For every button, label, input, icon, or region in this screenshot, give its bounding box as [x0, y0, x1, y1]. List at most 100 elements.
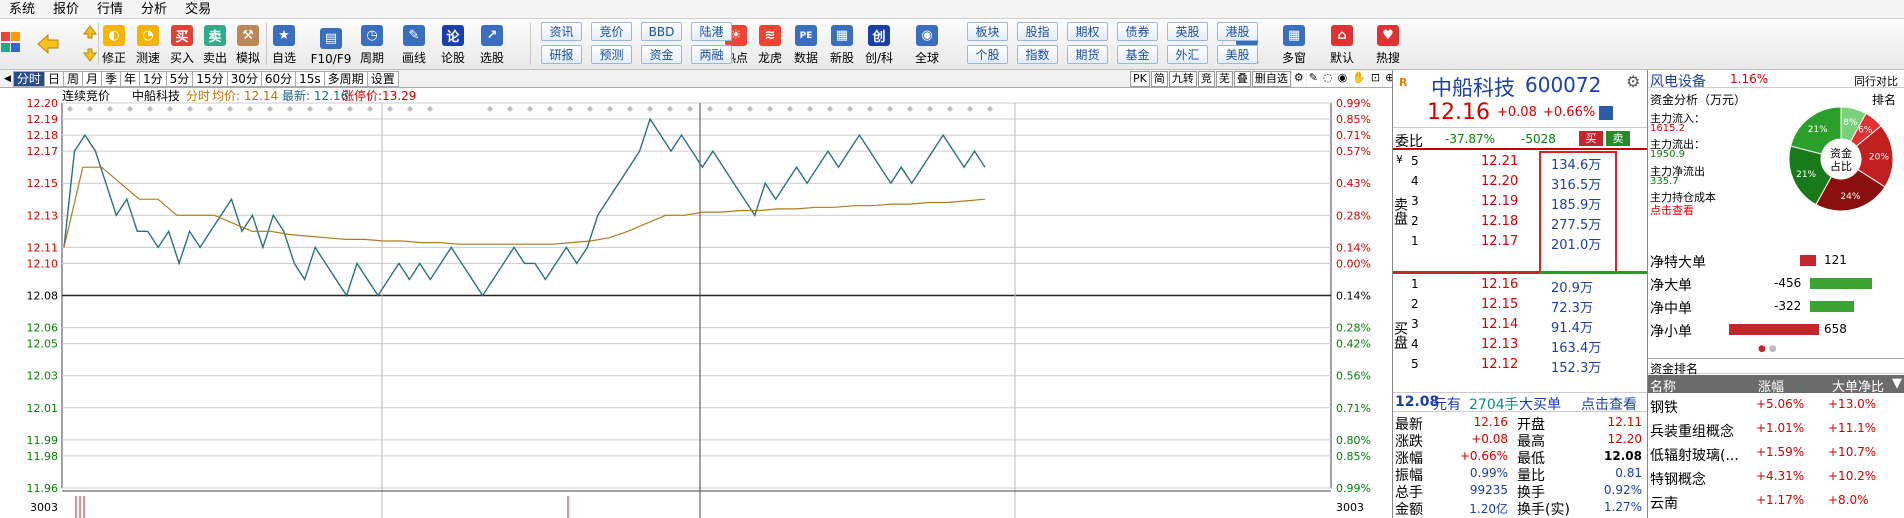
chart-tool-button[interactable]: 简: [1150, 71, 1168, 87]
col-net[interactable]: 大单净比: [1832, 376, 1884, 395]
up-arrow-icon[interactable]: [82, 24, 98, 40]
col-pct[interactable]: 涨幅: [1758, 376, 1784, 395]
rank-row[interactable]: 兵装重组概念 +1.01% +11.1%: [1648, 418, 1904, 442]
toolbar-button[interactable]: ◷ 周期: [356, 21, 388, 68]
quick-link-button[interactable]: 债券: [1117, 22, 1158, 41]
toolbar-button[interactable]: ♥ 热搜: [1372, 21, 1404, 68]
quick-link-button[interactable]: 陆港: [691, 22, 732, 41]
col-name[interactable]: 名称: [1650, 376, 1676, 395]
settings-gear-icon[interactable]: ⚙: [1626, 72, 1640, 91]
toolbar-button[interactable]: ◐ 修正: [98, 21, 130, 68]
quick-link-button[interactable]: 期货: [1067, 45, 1108, 64]
menu-item[interactable]: 分析: [132, 0, 176, 19]
toolbar-button[interactable]: ▤ F10/F9: [309, 21, 353, 68]
chart-tool-button[interactable]: 芜: [1215, 71, 1233, 87]
down-arrow-icon[interactable]: [82, 47, 98, 63]
ask-row[interactable]: 1 12.17 201.0万: [1393, 232, 1648, 253]
sort-down-icon[interactable]: ▼: [1892, 376, 1902, 391]
toolbar-button[interactable]: ⌂ 默认: [1326, 21, 1358, 68]
chart-zoom-icon[interactable]: ◌: [1320, 71, 1335, 87]
period-tab[interactable]: 周: [62, 70, 83, 87]
chart-tool-button[interactable]: 竞: [1197, 71, 1215, 87]
quick-link-button[interactable]: 资讯: [541, 22, 582, 41]
period-tab[interactable]: 30分: [226, 70, 262, 87]
rank-row[interactable]: 低辐射玻璃(... +1.59% +10.7%: [1648, 442, 1904, 466]
chart-tool-button[interactable]: 删自选: [1251, 71, 1291, 87]
chart-zoom-icon[interactable]: ✋: [1350, 71, 1368, 87]
cost-link[interactable]: 点击查看: [1650, 202, 1694, 218]
toolbar-button[interactable]: ⚒ 模拟: [232, 21, 264, 68]
quick-link-button[interactable]: 资金: [641, 45, 682, 64]
period-tab[interactable]: 多周期: [323, 70, 368, 87]
chart-tool-button[interactable]: PK: [1130, 71, 1150, 87]
pager-dots[interactable]: ● ●: [1758, 344, 1777, 354]
quick-link-button[interactable]: 期权: [1067, 22, 1108, 41]
quick-link-button[interactable]: 指数: [1017, 45, 1058, 64]
toolbar-button[interactable]: ▦ 新股: [826, 21, 858, 68]
period-tab[interactable]: 15s: [295, 70, 325, 87]
ask-row[interactable]: 4 12.20 316.5万: [1393, 172, 1648, 193]
toolbar-button[interactable]: ★ 自选: [268, 21, 300, 68]
menu-item[interactable]: 报价: [44, 0, 88, 19]
period-tab[interactable]: 季: [100, 70, 121, 87]
rank-row[interactable]: 特钢概念 +4.31% +10.2%: [1648, 466, 1904, 490]
period-tab[interactable]: 分时: [12, 70, 45, 87]
chart-tool-button[interactable]: 叠: [1233, 71, 1251, 87]
quick-link-button[interactable]: 基金: [1117, 45, 1158, 64]
ask-row[interactable]: 2 12.18 277.5万: [1393, 212, 1648, 233]
quick-link-button[interactable]: 外汇: [1167, 45, 1208, 64]
bid-row[interactable]: 1 12.16 20.9万: [1393, 275, 1648, 296]
period-tab[interactable]: 月: [81, 70, 102, 87]
chart-mini-icon[interactable]: [1599, 106, 1613, 120]
bid-row[interactable]: 5 12.12 152.3万: [1393, 355, 1648, 376]
toolbar-button[interactable]: ✎ 画线: [398, 21, 430, 68]
menu-item[interactable]: 行情: [88, 0, 132, 19]
menu-item[interactable]: 系统: [0, 0, 44, 19]
bid-row[interactable]: 3 12.14 91.4万: [1393, 315, 1648, 336]
period-tab[interactable]: 5分: [165, 70, 194, 87]
toolbar-button[interactable]: ◔ 测速: [132, 21, 164, 68]
toolbar-button[interactable]: PE 数据: [790, 21, 822, 68]
bid-row[interactable]: 4 12.13 163.4万: [1393, 335, 1648, 356]
toolbar-button[interactable]: 论论股: [437, 21, 469, 68]
toolbar-button[interactable]: ≋ 龙虎: [754, 21, 786, 68]
chart-zoom-icon[interactable]: ◉: [1335, 71, 1350, 87]
big-order-link[interactable]: 点击查看: [1581, 394, 1637, 414]
toolbar-button[interactable]: ▦ 多窗: [1278, 21, 1310, 68]
rank-row[interactable]: 钢铁 +5.06% +13.0%: [1648, 394, 1904, 418]
period-tab[interactable]: 日: [43, 70, 64, 87]
quick-link-button[interactable]: 个股: [967, 45, 1008, 64]
quick-link-button[interactable]: 预测: [591, 45, 632, 64]
sell-button[interactable]: 卖: [1606, 131, 1630, 146]
toolbar-button[interactable]: ◉ 全球: [911, 21, 943, 68]
toolbar-button[interactable]: ↗ 选股: [476, 21, 508, 68]
toolbar-button[interactable]: 买买入: [166, 21, 198, 68]
period-tab[interactable]: 年: [120, 70, 141, 87]
quick-link-button[interactable]: 美股: [1217, 45, 1258, 64]
sector-name[interactable]: 风电设备: [1650, 71, 1706, 91]
quick-link-button[interactable]: 竞价: [591, 22, 632, 41]
buy-button[interactable]: 买: [1579, 131, 1603, 146]
quick-link-button[interactable]: 股指: [1017, 22, 1058, 41]
period-tab[interactable]: 15分: [192, 70, 228, 87]
quick-link-button[interactable]: 港股: [1217, 22, 1258, 41]
chart-tool-button[interactable]: 九转: [1168, 71, 1197, 87]
chart-zoom-icon[interactable]: ⚙: [1291, 71, 1306, 87]
quick-link-button[interactable]: 研报: [541, 45, 582, 64]
period-tab[interactable]: 设置: [366, 70, 399, 87]
menu-item[interactable]: 交易: [176, 0, 220, 19]
bid-row[interactable]: 2 12.15 72.3万: [1393, 295, 1648, 316]
period-tab[interactable]: 60分: [260, 70, 297, 87]
chart-zoom-icon[interactable]: ⊡: [1368, 71, 1383, 87]
toolbar-button[interactable]: 卖卖出: [199, 21, 231, 68]
compare-link[interactable]: 同行对比: [1854, 73, 1898, 89]
play-icon[interactable]: ◀: [4, 74, 11, 84]
quick-link-button[interactable]: BBD: [641, 22, 682, 41]
back-arrow-icon[interactable]: [36, 33, 60, 55]
quick-link-button[interactable]: 板块: [967, 22, 1008, 41]
period-tab[interactable]: 1分: [139, 70, 167, 87]
intraday-chart[interactable]: 连续竞价 中船科技 分时 均价: 12.14 最新: 12.16 涨停价:13.29 12.…: [0, 88, 1392, 518]
chart-zoom-icon[interactable]: ✎: [1306, 71, 1320, 87]
quick-link-button[interactable]: 英股: [1167, 22, 1208, 41]
quick-link-button[interactable]: 两融: [691, 45, 732, 64]
